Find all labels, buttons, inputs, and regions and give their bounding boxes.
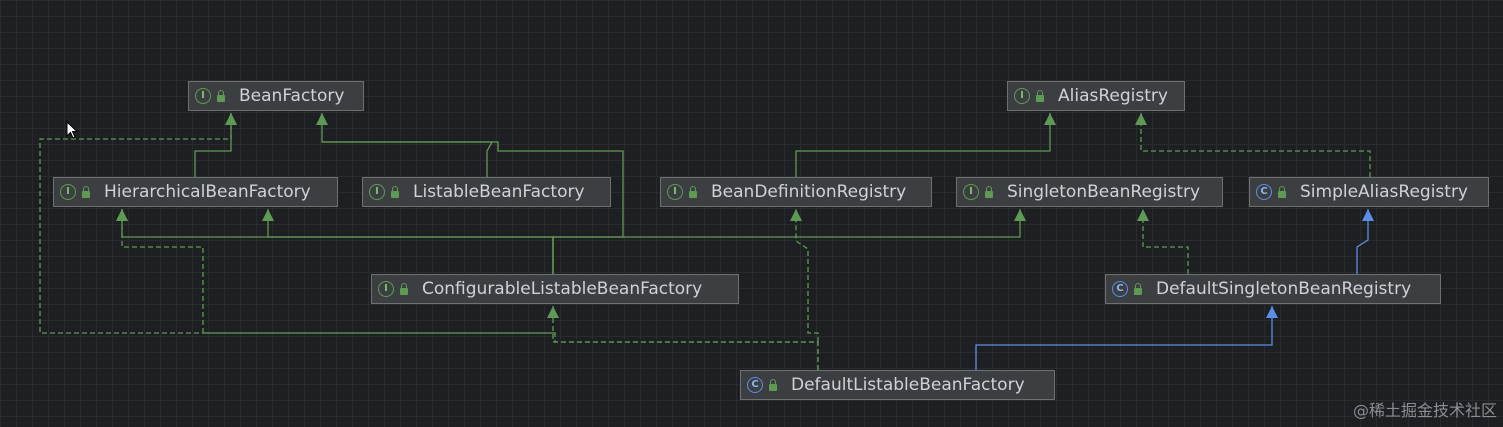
edge-10 <box>552 306 819 370</box>
edge-arrowhead <box>547 306 559 318</box>
node-label: HierarchicalBeanFactory <box>104 182 311 202</box>
edge-arrowhead <box>316 113 328 125</box>
node-default-singleton-bean-registry[interactable]: C DefaultSingletonBeanRegistry <box>1105 274 1441 304</box>
edge-arrowhead <box>1044 113 1056 125</box>
node-hierarchical-bean-factory[interactable]: I HierarchicalBeanFactory <box>53 177 338 207</box>
edge-14 <box>975 306 1273 370</box>
edge-arrowhead <box>790 209 802 221</box>
edge-arrowhead <box>1137 209 1149 221</box>
node-label: BeanDefinitionRegistry <box>711 182 907 202</box>
class-icon: C <box>1256 184 1272 200</box>
edge-arrowhead <box>1266 306 1278 318</box>
node-listable-bean-factory[interactable]: I ListableBeanFactory <box>362 177 611 207</box>
public-lock-icon <box>82 185 90 198</box>
edge-arrowhead <box>1362 209 1374 221</box>
node-label: ConfigurableListableBeanFactory <box>422 279 703 299</box>
interface-icon: I <box>667 184 683 200</box>
public-lock-icon <box>1278 185 1286 198</box>
edge-2 <box>322 141 624 274</box>
node-label: DefaultListableBeanFactory <box>791 375 1025 395</box>
edge-arrowhead <box>225 113 237 125</box>
mouse-cursor-icon <box>66 121 79 139</box>
node-label: SimpleAliasRegistry <box>1300 182 1468 202</box>
node-configurable-listable-bean-factory[interactable]: I ConfigurableListableBeanFactory <box>371 274 739 304</box>
edge-arrowhead <box>262 209 274 221</box>
public-lock-icon <box>1134 282 1142 295</box>
edge-arrowhead <box>1135 113 1147 125</box>
edge-13 <box>121 209 555 334</box>
edge-11 <box>39 113 819 370</box>
interface-icon: I <box>1014 88 1030 104</box>
node-bean-factory[interactable]: I BeanFactory <box>188 81 364 111</box>
node-label: SingletonBeanRegistry <box>1007 182 1201 202</box>
diagram-canvas: I BeanFactory I AliasRegistry I Hierarch… <box>0 0 1503 427</box>
interface-icon: I <box>195 88 211 104</box>
node-bean-definition-registry[interactable]: I BeanDefinitionRegistry <box>660 177 932 207</box>
node-default-listable-bean-factory[interactable]: C DefaultListableBeanFactory <box>740 370 1055 400</box>
watermark: @稀土掘金技术社区 <box>1352 401 1497 420</box>
node-simple-alias-registry[interactable]: C SimpleAliasRegistry <box>1249 177 1489 207</box>
public-lock-icon <box>985 185 993 198</box>
class-icon: C <box>1112 281 1128 297</box>
edge-arrowhead <box>116 209 128 221</box>
node-label: AliasRegistry <box>1058 86 1168 106</box>
edge-5 <box>121 209 554 274</box>
edge-3 <box>795 113 1051 177</box>
interface-icon: I <box>963 184 979 200</box>
edge-arrowhead <box>1014 209 1026 221</box>
public-lock-icon <box>217 89 225 102</box>
edges-layer <box>39 113 1374 370</box>
node-singleton-bean-registry[interactable]: I SingletonBeanRegistry <box>956 177 1223 207</box>
node-label: ListableBeanFactory <box>413 182 585 202</box>
class-icon: C <box>747 377 763 393</box>
interface-icon: I <box>369 184 385 200</box>
node-alias-registry[interactable]: I AliasRegistry <box>1007 81 1185 111</box>
edge-6 <box>267 209 554 274</box>
public-lock-icon <box>1036 89 1044 102</box>
edge-0 <box>194 113 232 177</box>
public-lock-icon <box>400 282 408 295</box>
public-lock-icon <box>769 378 777 391</box>
public-lock-icon <box>391 185 399 198</box>
edge-8 <box>1142 209 1189 274</box>
edge-12 <box>795 209 819 342</box>
node-label: DefaultSingletonBeanRegistry <box>1156 279 1412 299</box>
edge-4 <box>1140 113 1371 177</box>
public-lock-icon <box>689 185 697 198</box>
edge-1 <box>321 113 494 177</box>
interface-icon: I <box>378 281 394 297</box>
interface-icon: I <box>60 184 76 200</box>
node-label: BeanFactory <box>239 86 345 106</box>
